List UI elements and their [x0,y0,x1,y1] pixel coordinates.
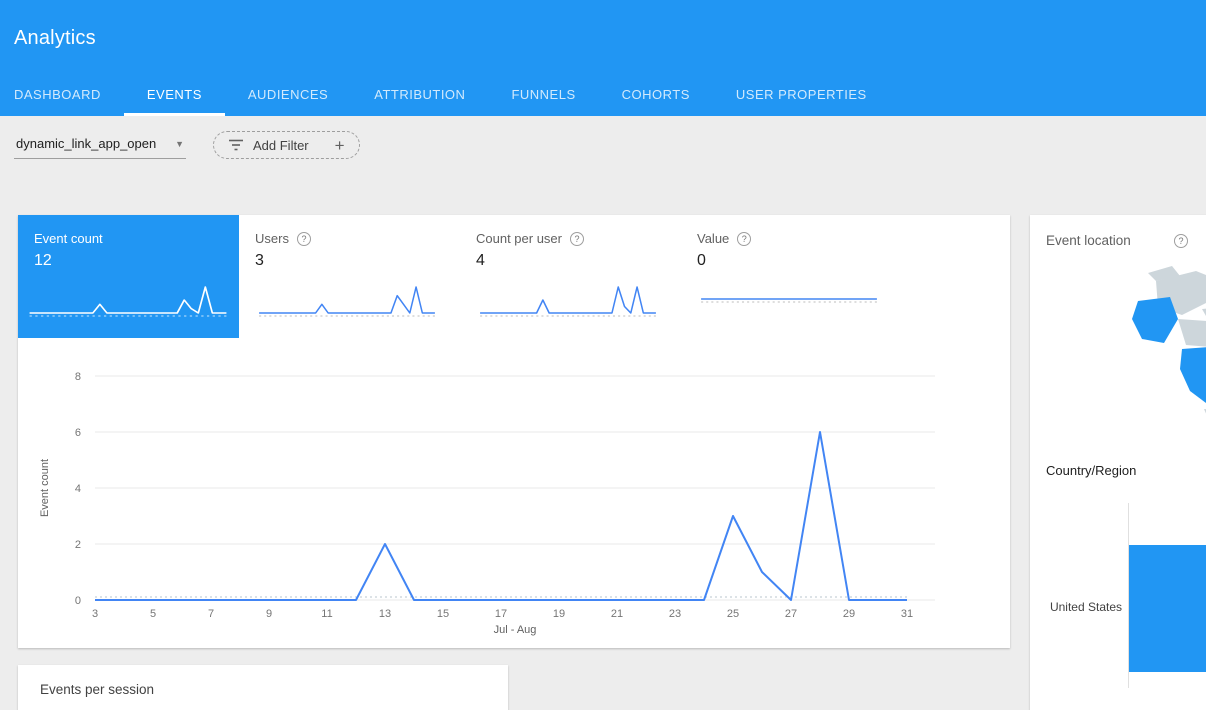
metric-value: 3 [255,252,460,270]
metric-value: 4 [476,252,681,270]
tab-events[interactable]: EVENTS [124,76,225,116]
add-filter-label: Add Filter [253,138,309,153]
tab-dashboard[interactable]: DASHBOARD [0,76,124,116]
svg-text:4: 4 [75,483,81,495]
svg-text:15: 15 [437,608,449,620]
metric-label: Users [255,231,289,246]
add-filter-button[interactable]: Add Filter + [213,131,360,159]
metric-label: Event count [34,231,103,246]
metric-tile-count-per-user[interactable]: Count per user ? 4 [460,215,681,338]
filter-row: dynamic_link_app_open ▼ Add Filter + [14,131,360,159]
svg-text:11: 11 [321,608,332,620]
bar-label: United States [1030,600,1122,614]
event-count-chart: 0 2 4 6 8 3 5 7 9 11 13 15 17 19 21 23 25 27 29 31 Jul - Aug… [18,355,978,647]
svg-text:23: 23 [669,608,681,620]
sparkline [697,277,881,323]
svg-text:Jul - Aug: Jul - Aug [494,624,537,636]
help-icon[interactable]: ? [737,232,751,246]
svg-text:2: 2 [75,539,81,551]
plus-icon: + [335,137,345,154]
tab-funnels[interactable]: FUNNELS [488,76,598,116]
tab-audiences[interactable]: AUDIENCES [225,76,351,116]
bar-row-united-states[interactable]: United States [1030,545,1206,672]
svg-text:0: 0 [75,595,81,607]
country-region-label: Country/Region [1046,463,1136,478]
tab-bar: DASHBOARD EVENTS AUDIENCES ATTRIBUTION F… [0,76,890,116]
svg-text:19: 19 [553,608,565,620]
bar-united-states [1129,545,1206,672]
card-title: Event location [1046,233,1131,248]
metric-tile-value[interactable]: Value ? 0 [681,215,902,338]
sparkline [476,277,660,323]
svg-text:3: 3 [92,608,98,620]
svg-text:7: 7 [208,608,214,620]
metric-tiles: Event count ? 12 Users ? 3 Count per use… [18,215,1010,338]
metric-value: 0 [697,252,902,270]
metric-label: Count per user [476,231,562,246]
svg-text:27: 27 [785,608,797,620]
page-title: Analytics [14,27,96,50]
tab-user-properties[interactable]: USER PROPERTIES [713,76,890,116]
svg-text:Event count: Event count [39,459,51,517]
svg-text:29: 29 [843,608,855,620]
tab-cohorts[interactable]: COHORTS [599,76,713,116]
events-per-session-card: Events per session [18,665,508,710]
caret-down-icon: ▼ [175,139,184,149]
help-icon[interactable]: ? [297,232,311,246]
tab-attribution[interactable]: ATTRIBUTION [351,76,488,116]
metric-label: Value [697,231,729,246]
app-header: Analytics DASHBOARD EVENTS AUDIENCES ATT… [0,0,1206,116]
svg-text:6: 6 [75,427,81,439]
svg-text:31: 31 [901,608,913,620]
event-dropdown-value: dynamic_link_app_open [16,136,156,151]
card-title: Events per session [40,682,486,697]
metric-value: 12 [34,252,239,270]
event-location-card: Event location ? Country/Region United S… [1030,215,1206,710]
metric-tile-users[interactable]: Users ? 3 [239,215,460,338]
svg-text:17: 17 [495,608,507,620]
svg-text:21: 21 [611,608,623,620]
svg-text:5: 5 [150,608,156,620]
filter-icon [228,138,244,152]
metric-tile-event-count[interactable]: Event count ? 12 [18,215,239,338]
event-dropdown[interactable]: dynamic_link_app_open ▼ [14,131,186,159]
svg-text:8: 8 [75,371,81,383]
svg-text:25: 25 [727,608,739,620]
sparkline [25,277,231,323]
world-map [1086,257,1206,452]
help-icon[interactable]: ? [570,232,584,246]
events-summary-card: Event count ? 12 Users ? 3 Count per use… [18,215,1010,648]
svg-text:13: 13 [379,608,391,620]
sparkline [255,277,439,323]
svg-text:9: 9 [266,608,272,620]
help-icon[interactable]: ? [1174,234,1188,248]
